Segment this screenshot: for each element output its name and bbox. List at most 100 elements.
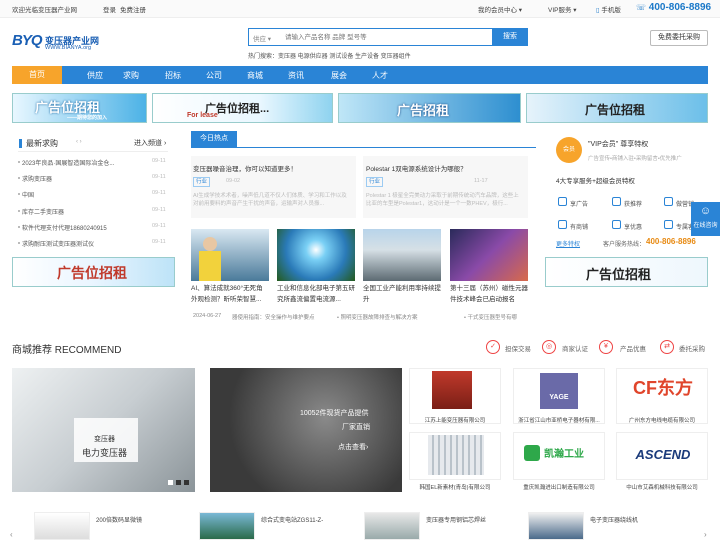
badge-entrust[interactable]: 委托采购 bbox=[679, 343, 705, 353]
chevron-left-icon[interactable]: ‹ bbox=[76, 139, 78, 145]
nav-buy[interactable]: 求购 bbox=[113, 70, 149, 81]
product-thumb[interactable] bbox=[364, 512, 420, 540]
member-center-menu[interactable]: 我的会员中心 ▾ bbox=[478, 4, 522, 14]
nav-company[interactable]: 公司 bbox=[196, 70, 232, 81]
logo-url: WWW.BIANYA.org bbox=[45, 45, 92, 51]
list-item[interactable]: 中国 bbox=[22, 190, 34, 199]
product-thumb[interactable] bbox=[528, 512, 584, 540]
news-thumb-image[interactable] bbox=[191, 229, 269, 281]
carousel-dot[interactable] bbox=[184, 480, 189, 485]
company-name[interactable]: 韩国EL新素材(青岛)有限公司 bbox=[409, 483, 501, 491]
section-marker bbox=[19, 139, 22, 148]
ad-banner-4[interactable]: 广告位招租 bbox=[526, 93, 708, 123]
product-name[interactable]: 变压器专用钢铝芯焊丝 bbox=[426, 515, 486, 524]
news-thumb-caption[interactable]: AI、算法成就360°无死角外观检测？昕听荣智慧... bbox=[191, 283, 269, 305]
product-thumb[interactable] bbox=[34, 512, 90, 540]
carousel-arrows[interactable]: ‹ › bbox=[76, 139, 82, 145]
discount-icon bbox=[612, 220, 621, 229]
search-input[interactable] bbox=[285, 31, 485, 43]
right-ad-banner[interactable]: 广告位招租 bbox=[545, 257, 708, 287]
vip-subtitle: 广告宣传•商铺入驻•采购留言•优先推广 bbox=[588, 156, 682, 162]
nav-tender[interactable]: 招标 bbox=[155, 70, 191, 81]
list-item[interactable]: 2023年良品·国展智造国际冶金仓... bbox=[22, 158, 114, 167]
entrust-icon: ⇄ bbox=[660, 340, 674, 354]
site-logo[interactable]: BYQ 变压器产业网 WWW.BIANYA.org bbox=[12, 32, 112, 56]
search-box: 供应 ▾ 搜索 bbox=[248, 27, 528, 46]
left-ad-banner[interactable]: 广告位招租 bbox=[12, 257, 175, 287]
hotline: ☏ 400-806-8896 bbox=[636, 2, 712, 13]
vip-service-item[interactable]: 享优惠 bbox=[624, 222, 642, 231]
ticker-item[interactable]: • 照明变压器故障排查与解决方案 bbox=[337, 313, 417, 321]
ticker-item[interactable]: 器使用指南：安全操作与维护要点 bbox=[232, 313, 315, 321]
vip-service-line: 4大专享服务+超级会员特权 bbox=[556, 178, 635, 185]
promo-card-transformer[interactable]: 变压器 电力变压器 bbox=[12, 368, 195, 492]
chevron-right-icon[interactable]: › bbox=[80, 139, 82, 145]
carousel-dot[interactable] bbox=[176, 480, 181, 485]
vip-service-menu[interactable]: VIP服务 ▾ bbox=[548, 4, 577, 14]
latest-buy-more[interactable]: 进入频道 › bbox=[134, 138, 166, 148]
promo-card-stock[interactable]: 10052件现货产品提供 厂家直销 点击查看› bbox=[210, 368, 402, 492]
product-name[interactable]: 电子变压器绕线机 bbox=[590, 515, 638, 524]
ad-banner-3[interactable]: 广告招租 bbox=[338, 93, 521, 123]
company-name[interactable]: 浙江省江山市亚桥电子器材有限... bbox=[509, 416, 609, 424]
news-thumb-image[interactable] bbox=[450, 229, 528, 281]
tab-today-hot[interactable]: 今日热点 bbox=[191, 131, 237, 147]
company-logo: YAGE bbox=[540, 373, 578, 409]
chevron-left-icon[interactable]: ‹ bbox=[10, 530, 13, 539]
news-thumb-image[interactable] bbox=[363, 229, 441, 281]
news-title[interactable]: Polestar 1双电源系统设计为哪般？ bbox=[366, 163, 467, 173]
logo-mark: BYQ bbox=[12, 32, 42, 49]
ad-banner-1[interactable]: 广告位招租 ——期待您的加入 bbox=[12, 93, 147, 123]
nav-supply[interactable]: 供应 bbox=[77, 70, 113, 81]
vip-service-item[interactable]: 有商铺 bbox=[570, 222, 588, 231]
badge-discount[interactable]: 产品优惠 bbox=[620, 343, 646, 353]
nav-home[interactable]: 首页 bbox=[12, 66, 62, 84]
product-name[interactable]: 综合式变电站ZGS11-Z- bbox=[261, 515, 323, 524]
register-link[interactable]: 免费注册 bbox=[120, 4, 146, 14]
top-bar: 欢迎光临变压器产业网 登录 免费注册 我的会员中心 ▾ VIP服务 ▾ ▯ 手机… bbox=[0, 0, 720, 18]
company-name[interactable]: 江苏上能变压器有限公司 bbox=[409, 416, 501, 424]
news-thumb-image[interactable] bbox=[277, 229, 355, 281]
list-item[interactable]: 库存二手变压器 bbox=[22, 207, 64, 216]
product-name[interactable]: 200倍数码显微镜 bbox=[96, 515, 142, 524]
news-thumb-caption[interactable]: 工业和信息化部电子第五研究所鑫流偏置电流源... bbox=[277, 283, 355, 305]
company-card[interactable]: 凯瀚工业 bbox=[513, 432, 605, 480]
entrust-purchase-button[interactable]: 免费委托采购 bbox=[650, 30, 708, 46]
list-item[interactable]: 求购耐压测试变压器测试仪 bbox=[22, 239, 94, 248]
ad-banner-2[interactable]: 广告位招租... For lease bbox=[152, 93, 333, 123]
news-desc: AI生成学技术术者，噪声低几道不仅人们体质、学习和工作以及对前用要料的声音产生干… bbox=[193, 193, 347, 207]
search-button[interactable]: 搜索 bbox=[492, 27, 528, 46]
vip-service-item[interactable]: 享广告 bbox=[570, 199, 588, 208]
nav-expo[interactable]: 展会 bbox=[321, 70, 357, 81]
ticker-item[interactable]: • 干式变压器型号有哪 bbox=[464, 313, 517, 321]
search-category-select[interactable]: 供应 ▾ bbox=[253, 33, 271, 43]
hot-search[interactable]: 热门搜索：变压器 电源供应器 测试设备 生产设备 变压器组件 bbox=[248, 51, 411, 60]
product-thumb[interactable] bbox=[199, 512, 255, 540]
list-item[interactable]: 软件代理支付代理18680240915 bbox=[22, 223, 107, 232]
badge-guarantee[interactable]: 担保交易 bbox=[505, 343, 531, 353]
nav-talent[interactable]: 人才 bbox=[362, 70, 398, 81]
chevron-right-icon[interactable]: › bbox=[704, 530, 707, 539]
company-name[interactable]: 中山市艾森机械科技有限公司 bbox=[616, 483, 708, 491]
mobile-link[interactable]: ▯ 手机版 bbox=[596, 4, 621, 14]
online-chat-button[interactable]: ☺ 在线咨询 bbox=[691, 202, 720, 236]
badge-certified[interactable]: 商家认证 bbox=[562, 343, 588, 353]
recommend-icon bbox=[612, 197, 621, 206]
company-card[interactable]: ASCEND bbox=[616, 432, 708, 480]
customer-service-icon bbox=[664, 220, 673, 229]
news-thumb-caption[interactable]: 第十三届（苏州）磁性元器件技术峰会已启动报名 bbox=[450, 283, 528, 305]
nav-mall[interactable]: 商城 bbox=[237, 70, 273, 81]
telephone-icon: ☏ bbox=[636, 3, 647, 12]
list-item[interactable]: 求购变压器 bbox=[22, 174, 52, 183]
news-title[interactable]: 变压器噪音治理，你可以知道更多！ bbox=[193, 163, 297, 173]
nav-news[interactable]: 资讯 bbox=[278, 70, 314, 81]
company-name[interactable]: 广州东方电线电缆有限公司 bbox=[616, 416, 708, 424]
login-link[interactable]: 登录 bbox=[103, 4, 116, 14]
news-thumb-caption[interactable]: 全国工业产能利用率持续提升 bbox=[363, 283, 441, 305]
vip-more-link[interactable]: 更多特权 bbox=[556, 239, 580, 248]
company-name[interactable]: 重庆凯瀚进出口制造有限公司 bbox=[509, 483, 609, 491]
news-tag: 行业 bbox=[366, 177, 384, 187]
carousel-dot[interactable] bbox=[168, 480, 173, 485]
vip-service-item[interactable]: 获推荐 bbox=[624, 199, 642, 208]
company-card[interactable] bbox=[409, 432, 501, 480]
